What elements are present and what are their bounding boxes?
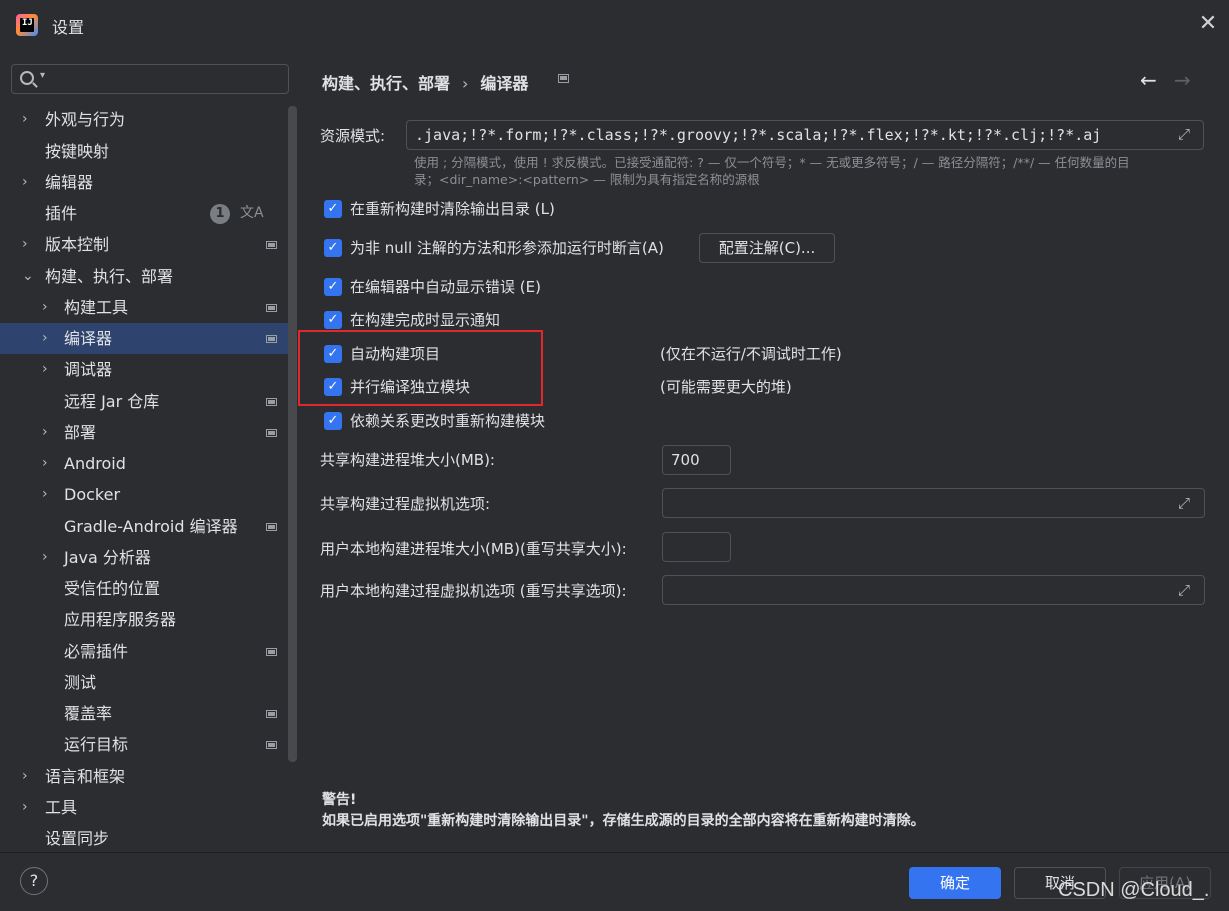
shared-vm-input[interactable]	[662, 488, 1205, 518]
checkbox-checked-icon[interactable]: ✓	[324, 311, 342, 329]
project-level-icon	[266, 241, 277, 249]
compiler-settings-panel: 构建、执行、部署 › 编译器 ← → 资源模式: .java;!?*.form;!?…	[298, 50, 1229, 852]
ok-button[interactable]: 确定	[909, 867, 1001, 899]
sidebar-item-vcs[interactable]: › 版本控制	[0, 229, 288, 260]
parallel-note: (可能需要更大的堆)	[660, 378, 792, 396]
highlight-annotation-box	[298, 330, 543, 406]
search-icon	[20, 71, 34, 85]
translate-icon: 文A	[240, 205, 264, 221]
chevron-right-icon: ›	[42, 330, 48, 346]
project-level-icon	[266, 304, 277, 312]
project-level-icon	[266, 648, 277, 656]
chevron-right-icon: ›	[42, 486, 48, 502]
project-level-icon	[266, 523, 277, 531]
sidebar-item-tools[interactable]: › 工具	[0, 792, 288, 823]
title-bar: IJ 设置 ✕	[0, 0, 1229, 50]
chevron-right-icon: ›	[22, 111, 28, 127]
csdn-watermark: CSDN @Cloud_.	[1058, 879, 1210, 901]
sidebar-item-trusted-locations[interactable]: 受信任的位置	[0, 573, 288, 604]
chevron-right-icon: ›	[42, 299, 48, 315]
sidebar-item-languages[interactable]: › 语言和框架	[0, 761, 288, 792]
forward-arrow-icon[interactable]: →	[1174, 68, 1191, 92]
checkbox-checked-icon[interactable]: ✓	[324, 278, 342, 296]
checkbox-checked-icon[interactable]: ✓	[324, 239, 342, 257]
chevron-right-icon: ›	[42, 549, 48, 565]
expand-icon[interactable]: ⤢	[1178, 495, 1194, 511]
breadcrumb-separator: ›	[462, 74, 469, 93]
sidebar-item-settings-sync[interactable]: 设置同步	[0, 823, 288, 854]
expand-icon[interactable]: ⤢	[1178, 126, 1194, 142]
shared-heap-label: 共享构建进程堆大小(MB):	[320, 451, 495, 469]
shared-vm-label: 共享构建过程虚拟机选项:	[320, 495, 491, 513]
warning-text: 如果已启用选项"重新构建时清除输出目录"，存储生成源的目录的全部内容将在重新构建…	[322, 813, 925, 829]
project-level-icon	[558, 74, 569, 83]
auto-build-note: (仅在不运行/不调试时工作)	[660, 345, 842, 363]
chevron-down-icon: ⌄	[22, 268, 34, 284]
dialog-footer: ? 确定 取消 应用(A) CSDN @Cloud_.	[0, 852, 1229, 911]
chevron-right-icon: ›	[22, 768, 28, 784]
sidebar-item-docker[interactable]: › Docker	[0, 479, 288, 510]
sidebar-item-editor[interactable]: › 编辑器	[0, 167, 288, 198]
user-heap-label: 用户本地构建进程堆大小(MB)(重写共享大小):	[320, 540, 627, 558]
sidebar-item-testing[interactable]: 测试	[0, 667, 288, 698]
update-count-badge: 1	[210, 204, 230, 224]
project-level-icon	[266, 335, 277, 343]
project-level-icon	[266, 429, 277, 437]
sidebar-item-appearance[interactable]: › 外观与行为	[0, 104, 288, 135]
configure-annotations-button[interactable]: 配置注解(C)...	[699, 233, 835, 263]
user-heap-input[interactable]	[662, 532, 731, 562]
chevron-right-icon: ›	[42, 361, 48, 377]
sidebar-item-compiler[interactable]: › 编译器	[0, 323, 288, 354]
project-level-icon	[266, 398, 277, 406]
chevron-right-icon: ›	[22, 174, 28, 190]
chevron-right-icon: ›	[22, 236, 28, 252]
user-vm-input[interactable]	[662, 575, 1205, 605]
sidebar-item-required-plugins[interactable]: 必需插件	[0, 636, 288, 667]
sidebar-item-app-servers[interactable]: 应用程序服务器	[0, 604, 288, 635]
chevron-right-icon: ›	[22, 799, 28, 815]
chevron-down-icon: ▾	[40, 70, 46, 81]
checkbox-checked-icon[interactable]: ✓	[324, 200, 342, 218]
help-button[interactable]: ?	[20, 867, 48, 895]
resource-patterns-label: 资源模式:	[320, 127, 386, 145]
resource-patterns-input[interactable]: .java;!?*.form;!?*.class;!?*.groovy;!?*.…	[406, 120, 1204, 150]
sidebar-item-android[interactable]: › Android	[0, 448, 288, 479]
breadcrumb-current: 编译器	[480, 74, 529, 93]
resource-patterns-hint: 使用 ; 分隔模式，使用 ! 求反模式。已接受通配符: ? — 仅一个符号；* …	[414, 155, 1130, 187]
breadcrumb-parent[interactable]: 构建、执行、部署	[322, 74, 450, 93]
sidebar-item-run-targets[interactable]: 运行目标	[0, 729, 288, 760]
app-logo-icon: IJ	[16, 14, 38, 36]
expand-icon[interactable]: ⤢	[1178, 582, 1194, 598]
warning-title: 警告!	[322, 792, 357, 808]
window-title: 设置	[52, 18, 85, 37]
sidebar-item-deployment[interactable]: › 部署	[0, 417, 288, 448]
sidebar-item-gradle-android[interactable]: Gradle-Android 编译器	[0, 511, 288, 542]
settings-sidebar: ▾ › 外观与行为 按键映射 › 编辑器 插件 1 文A › 版本控制 ⌄ 构建…	[0, 50, 298, 852]
user-vm-label: 用户本地构建过程虚拟机选项 (重写共享选项):	[320, 582, 627, 600]
search-input[interactable]: ▾	[11, 64, 289, 94]
checkbox-checked-icon[interactable]: ✓	[324, 412, 342, 430]
warning-message: 警告! 如果已启用选项"重新构建时清除输出目录"，存储生成源的目录的全部内容将在…	[322, 790, 925, 832]
sidebar-item-debugger[interactable]: › 调试器	[0, 354, 288, 385]
chevron-right-icon: ›	[42, 455, 48, 471]
breadcrumb: 构建、执行、部署 › 编译器	[322, 70, 528, 94]
back-arrow-icon[interactable]: ←	[1140, 68, 1157, 92]
sidebar-item-keymap[interactable]: 按键映射	[0, 136, 288, 167]
shared-heap-input[interactable]: 700	[662, 445, 731, 475]
sidebar-item-remote-jar[interactable]: 远程 Jar 仓库	[0, 386, 288, 417]
project-level-icon	[266, 741, 277, 749]
sidebar-item-build-tools[interactable]: › 构建工具	[0, 292, 288, 323]
sidebar-item-java-profiler[interactable]: › Java 分析器	[0, 542, 288, 573]
sidebar-item-build[interactable]: ⌄ 构建、执行、部署	[0, 261, 288, 292]
project-level-icon	[266, 710, 277, 718]
sidebar-item-coverage[interactable]: 覆盖率	[0, 698, 288, 729]
close-icon[interactable]: ✕	[1196, 12, 1220, 36]
chevron-right-icon: ›	[42, 424, 48, 440]
sidebar-item-plugins[interactable]: 插件 1 文A	[0, 198, 288, 229]
sidebar-scrollbar[interactable]	[288, 106, 297, 762]
